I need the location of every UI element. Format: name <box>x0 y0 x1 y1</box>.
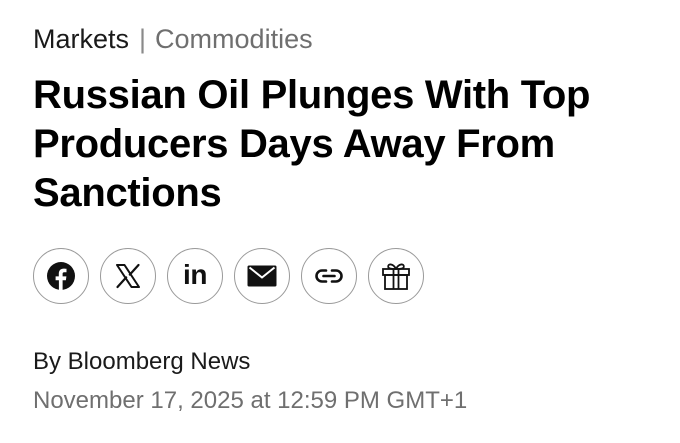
share-facebook-button[interactable] <box>33 248 89 304</box>
article-timestamp: November 17, 2025 at 12:59 PM GMT+1 <box>33 387 468 414</box>
x-icon <box>115 263 141 289</box>
gift-icon <box>380 260 412 292</box>
article-headline: Russian Oil Plunges With Top Producers D… <box>33 73 591 215</box>
breadcrumb-section-link[interactable]: Commodities <box>155 24 313 54</box>
share-toolbar: in <box>33 248 424 304</box>
article-byline: By Bloomberg News <box>33 348 251 375</box>
facebook-icon <box>46 261 76 291</box>
copy-link-icon <box>314 268 344 284</box>
breadcrumb-separator: | <box>139 24 147 54</box>
breadcrumb: Markets | Commodities <box>33 22 313 56</box>
breadcrumb-category-link[interactable]: Markets <box>33 24 129 54</box>
share-email-button[interactable] <box>234 248 290 304</box>
email-icon <box>247 265 277 287</box>
share-x-button[interactable] <box>100 248 156 304</box>
share-linkedin-button[interactable]: in <box>167 248 223 304</box>
share-copy-link-button[interactable] <box>301 248 357 304</box>
linkedin-icon: in <box>183 259 207 290</box>
gift-article-button[interactable] <box>368 248 424 304</box>
